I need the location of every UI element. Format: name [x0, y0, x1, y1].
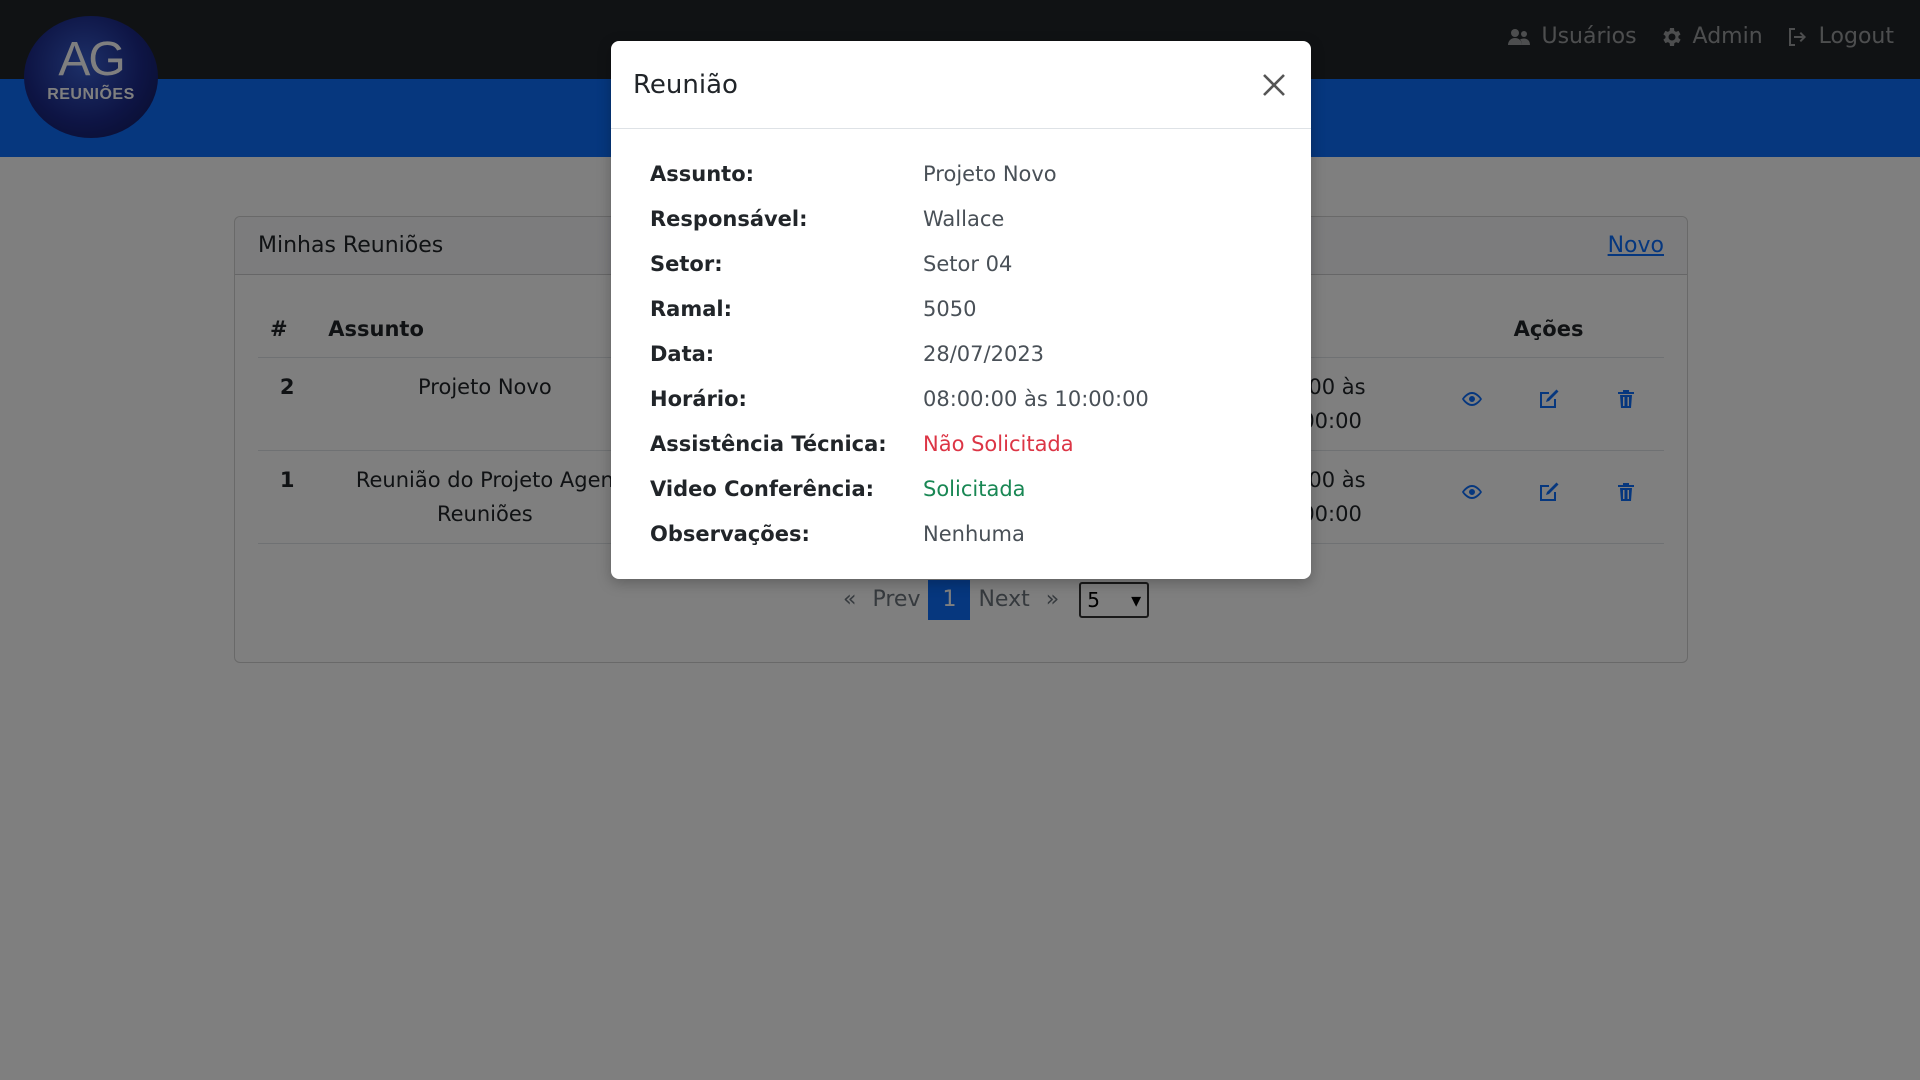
- modal-title: Reunião: [633, 69, 738, 100]
- detail-value: 08:00:00 às 10:00:00: [923, 386, 1149, 411]
- detail-row-sector: Setor: Setor 04: [650, 241, 1271, 286]
- detail-value: Nenhuma: [923, 521, 1025, 546]
- detail-row-extension: Ramal: 5050: [650, 286, 1271, 331]
- detail-row-time: Horário: 08:00:00 às 10:00:00: [650, 376, 1271, 421]
- detail-label: Observações:: [650, 521, 810, 546]
- detail-row-tech-assistance: Assistência Técnica: Não Solicitada: [650, 421, 1271, 466]
- close-icon: [1263, 73, 1285, 96]
- detail-label: Ramal:: [650, 296, 732, 321]
- modal-body: Assunto: Projeto Novo Responsável: Walla…: [611, 129, 1311, 556]
- detail-value: Wallace: [923, 206, 1005, 231]
- detail-value: 28/07/2023: [923, 341, 1045, 366]
- status-requested: Solicitada: [923, 476, 1026, 501]
- detail-label: Assunto:: [650, 161, 755, 186]
- detail-value: Setor 04: [923, 251, 1013, 276]
- status-not-requested: Não Solicitada: [923, 431, 1074, 456]
- detail-row-responsible: Responsável: Wallace: [650, 196, 1271, 241]
- detail-label: Assistência Técnica:: [650, 431, 887, 456]
- detail-value: 5050: [923, 296, 977, 321]
- detail-label: Data:: [650, 341, 715, 366]
- detail-row-video-conference: Video Conferência: Solicitada: [650, 466, 1271, 511]
- meeting-detail-modal: Reunião Assunto: Projeto Novo Responsáve…: [611, 41, 1311, 579]
- modal-header: Reunião: [611, 41, 1311, 129]
- close-button[interactable]: [1259, 70, 1289, 100]
- detail-value: Projeto Novo: [923, 161, 1057, 186]
- detail-row-subject: Assunto: Projeto Novo: [650, 151, 1271, 196]
- detail-label: Horário:: [650, 386, 747, 411]
- detail-row-notes: Observações: Nenhuma: [650, 511, 1271, 556]
- detail-label: Responsável:: [650, 206, 808, 231]
- detail-row-date: Data: 28/07/2023: [650, 331, 1271, 376]
- detail-label: Video Conferência:: [650, 476, 875, 501]
- detail-label: Setor:: [650, 251, 723, 276]
